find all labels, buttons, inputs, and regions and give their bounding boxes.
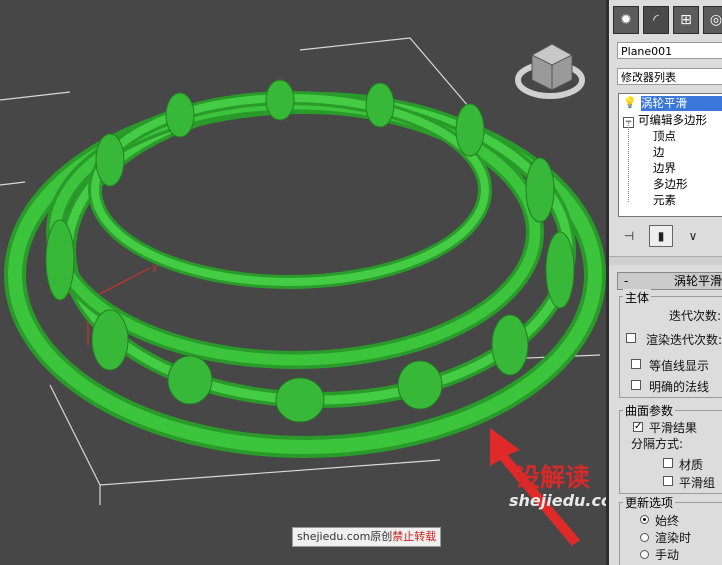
surface-group-title: 曲面参数 [623,402,676,419]
watermark-bar-warning: 禁止转载 [392,530,437,543]
materials-checkbox[interactable] [663,458,673,468]
smooth-result-label: 平滑结果 [649,421,698,435]
explicit-normals-checkbox[interactable] [631,380,641,390]
stack-item-label: 涡轮平滑 [641,96,687,110]
hierarchy-icon[interactable]: ⊞ [673,6,699,34]
watermark-bar-prefix: shejiedu.com原创 [297,530,393,543]
render-iters-checkbox[interactable] [626,333,636,343]
modify-icon[interactable]: ◜ [643,6,669,34]
bulb-icon[interactable]: 💡 [623,97,637,109]
stack-item-turbosmooth[interactable]: 涡轮平滑 [641,96,722,111]
update-group-title: 更新选项 [623,494,676,511]
viewport[interactable]: y 设解读 shejiedu.c shejiedu.com原创禁止转载 [0,0,606,565]
stack-toolbar: ⊣ ▮ ∨ [617,225,722,247]
smooth-result-checkbox[interactable]: ✓ [633,422,643,432]
materials-label: 材质 [679,458,704,472]
stack-item-edge[interactable]: 边 [653,145,665,160]
stack-item-border[interactable]: 边界 [653,161,676,176]
explicit-normals-label: 明确的法线 [649,380,710,394]
main-group-title: 主体 [623,289,652,306]
create-icon[interactable]: ✹ [613,6,639,34]
render-iters-label: 渲染迭代次数: [646,333,722,347]
command-panel-tabs: ✹ ◜ ⊞ ◎ [609,6,722,36]
motion-icon[interactable]: ◎ [703,6,722,34]
stack-item-vertex[interactable]: 顶点 [653,129,676,144]
modifier-stack[interactable]: 涡轮平滑 💡 − 可编辑多边形 顶点 边 边界 多边形 元素 [618,93,722,217]
separate-by-label: 分隔方式: [631,437,684,451]
stack-item-label: 可编辑多边形 [638,113,707,127]
always-radio[interactable] [640,515,649,524]
pin-stack-icon[interactable]: ⊣ [617,225,641,247]
make-unique-icon[interactable]: ∨ [681,225,705,247]
turbosmooth-rollout-header[interactable]: - 涡轮平滑 [617,272,722,290]
stack-item-polygon[interactable]: 多边形 [653,177,688,192]
watermark-bar: shejiedu.com原创禁止转载 [292,527,442,547]
panel-separator [609,256,722,265]
torus-lattice-object[interactable] [4,79,606,458]
stack-item-editable-poly[interactable]: − 可编辑多边形 [623,113,707,128]
iterations-label: 迭代次数: [669,309,722,323]
modifier-list-dropdown[interactable]: 修改器列表 [617,68,722,85]
smoothing-groups-checkbox[interactable] [663,476,673,486]
rollout-toggle[interactable]: - [624,273,628,289]
stack-item-element[interactable]: 元素 [653,193,676,208]
manually-radio[interactable] [640,550,649,559]
show-end-result-icon[interactable]: ▮ [649,225,673,247]
always-label: 始终 [655,514,680,528]
command-panel: ✹ ◜ ⊞ ◎ Plane001 修改器列表 涡轮平滑 💡 − 可编辑多边形 顶点… [606,0,722,565]
object-name-field[interactable]: Plane001 [617,42,722,59]
isoline-label: 等值线显示 [649,359,710,373]
when-rendering-label: 渲染时 [655,531,692,545]
tree-line [628,122,630,202]
manually-label: 手动 [655,548,680,562]
watermark-logo: 设解读 [515,463,591,492]
when-rendering-radio[interactable] [640,533,649,542]
smoothing-groups-label: 平滑组 [679,476,716,490]
viewcube[interactable] [515,43,585,99]
isoline-checkbox[interactable] [631,359,641,369]
rollout-title: 涡轮平滑 [674,274,722,288]
watermark-url: shejiedu.com [509,491,606,510]
